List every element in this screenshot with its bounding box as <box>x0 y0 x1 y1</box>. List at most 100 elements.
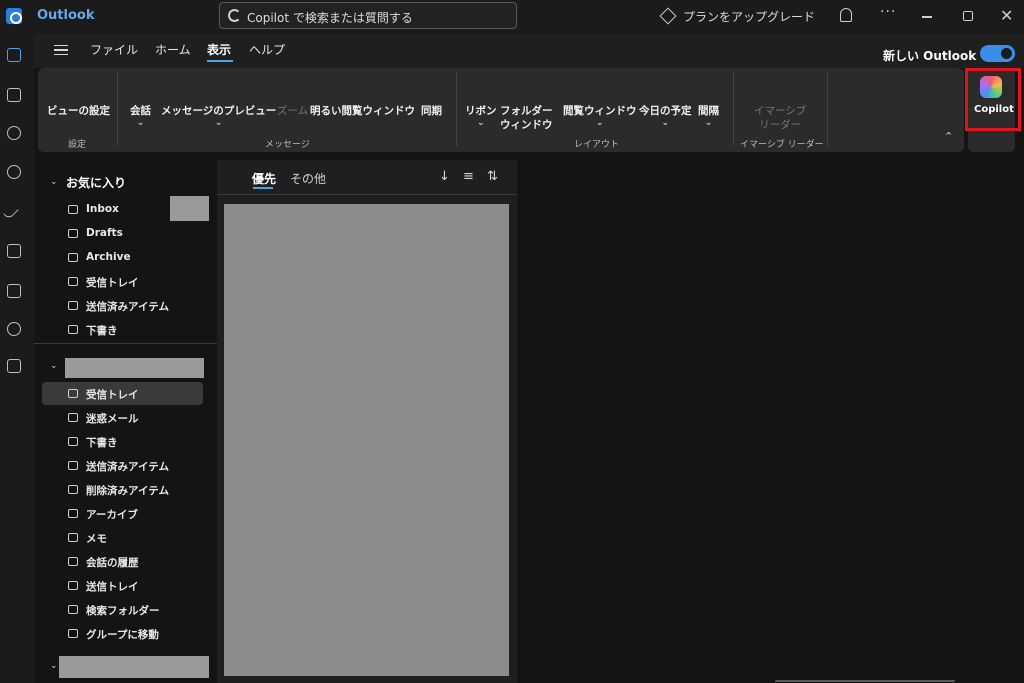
folder-pane-label-2: ウィンドウ <box>500 119 553 131</box>
more-options-icon[interactable]: ··· <box>880 4 896 20</box>
excel-icon[interactable] <box>7 284 21 298</box>
chevron-down-icon: ⌄ <box>595 118 604 128</box>
send-icon <box>68 461 78 470</box>
ribbon-divider <box>827 72 828 146</box>
title-bar: Outlook Copilot で検索または質問する プランをアップグレード ·… <box>0 0 1024 34</box>
folder-icon <box>68 557 78 566</box>
sync-button[interactable]: 同期 <box>421 104 442 118</box>
folder-outbox[interactable]: 送信トレイ <box>86 579 139 594</box>
sort-direction-icon[interactable]: ↓ <box>439 169 450 184</box>
tab-help[interactable]: ヘルプ <box>249 41 285 58</box>
list-divider <box>217 194 517 195</box>
redacted-message-list <box>224 204 509 676</box>
hamburger-menu-icon[interactable] <box>54 45 68 55</box>
ribbon: ビューの設定 設定 会話 ⌄ メッセージのプレビュー ⌄ ズーム 明るい閲覧ウィ… <box>38 68 964 152</box>
favorite-drafts[interactable]: Drafts <box>86 227 123 239</box>
folder-junk[interactable]: 迷惑メール <box>86 411 139 426</box>
folder-drafts[interactable]: 下書き <box>86 435 118 450</box>
folder-search-folders[interactable]: 検索フォルダー <box>86 603 160 618</box>
folder-conversation-history[interactable]: 会話の履歴 <box>86 555 139 570</box>
tab-home[interactable]: ホーム <box>155 41 191 58</box>
note-icon <box>68 533 78 542</box>
reading-pane-label: 閲覧ウィンドウ <box>563 105 637 117</box>
group-label-immersive: イマーシブ リーダー <box>740 140 824 150</box>
calendar-icon[interactable] <box>7 88 21 102</box>
upgrade-plan-button[interactable]: プランをアップグレード <box>683 8 815 25</box>
tab-other[interactable]: その他 <box>290 170 326 187</box>
immersive-label-2: リーダー <box>759 119 802 131</box>
folder-pane: ⌄ お気に入り Inbox Drafts Archive 受信トレイ 送信済みア… <box>34 160 217 683</box>
focused-tab-indicator <box>253 187 273 189</box>
pencil-icon <box>68 325 78 334</box>
filter-icon[interactable]: ≡ <box>463 169 474 184</box>
zoom-button[interactable]: ズーム <box>277 104 308 118</box>
today-schedule-button[interactable]: 今日の予定 ⌄ <box>639 104 692 128</box>
view-settings-button[interactable]: ビューの設定 <box>47 104 110 118</box>
search-placeholder: Copilot で検索または質問する <box>247 11 413 25</box>
message-list: 優先 その他 ↓ ≡ ⇅ <box>217 160 517 683</box>
favorites-header[interactable]: お気に入り <box>66 174 126 191</box>
archive-icon <box>68 253 78 262</box>
diamond-icon[interactable] <box>659 7 677 25</box>
copilot-search-icon <box>228 9 241 22</box>
chevron-down-icon[interactable]: ⌄ <box>50 177 58 187</box>
sort-icon[interactable]: ⇅ <box>487 169 498 184</box>
menu-bar: ファイル ホーム 表示 ヘルプ 新しい Outlook <box>34 34 1024 68</box>
chevron-down-icon[interactable]: ⌄ <box>50 661 58 671</box>
close-window-icon[interactable]: ✕ <box>1000 6 1013 25</box>
inbox-icon <box>68 205 78 214</box>
archive-icon <box>68 509 78 518</box>
chevron-down-icon: ⌄ <box>704 118 713 128</box>
redacted-badge <box>170 196 209 221</box>
group-label-layout: レイアウト <box>574 140 620 150</box>
folder-pane-button[interactable]: フォルダー ウィンドウ <box>500 104 553 132</box>
favorite-drafts-jp[interactable]: 下書き <box>86 323 118 338</box>
search-input[interactable]: Copilot で検索または質問する <box>219 2 517 29</box>
immersive-reader-button[interactable]: イマーシブ リーダー <box>754 104 806 132</box>
go-to-groups[interactable]: グループに移動 <box>86 627 159 642</box>
folder-sent[interactable]: 送信済みアイテム <box>86 459 169 474</box>
favorite-inbox[interactable]: Inbox <box>86 203 119 215</box>
spacing-button[interactable]: 間隔 ⌄ <box>698 104 719 128</box>
new-outlook-toggle[interactable] <box>980 45 1015 62</box>
favorite-sent[interactable]: 送信済みアイテム <box>86 299 169 314</box>
collapse-ribbon-icon[interactable]: ⌃ <box>944 130 953 143</box>
tab-view[interactable]: 表示 <box>207 41 231 58</box>
chevron-down-icon: ⌄ <box>136 118 145 128</box>
conversation-label: 会話 <box>130 105 151 117</box>
favorite-inbox-jp[interactable]: 受信トレイ <box>86 275 139 290</box>
tab-focused[interactable]: 優先 <box>252 170 276 187</box>
onedrive-icon[interactable] <box>7 322 21 336</box>
conversation-button[interactable]: 会話 ⌄ <box>130 104 151 128</box>
today-schedule-label: 今日の予定 <box>639 105 692 117</box>
inbox-icon <box>68 277 78 286</box>
ribbon-layout-button[interactable]: リボン ⌄ <box>465 104 497 128</box>
message-preview-button[interactable]: メッセージのプレビュー ⌄ <box>161 104 276 128</box>
apps-icon[interactable] <box>7 359 21 373</box>
maximize-window-icon[interactable] <box>963 11 973 21</box>
minimize-window-icon[interactable] <box>922 16 932 18</box>
tab-file[interactable]: ファイル <box>90 41 138 58</box>
app-rail <box>0 34 34 683</box>
folder-notes[interactable]: メモ <box>86 531 107 546</box>
folder-inbox[interactable]: 受信トレイ <box>86 387 139 402</box>
outlook-logo-icon <box>6 8 22 24</box>
folder-deleted[interactable]: 削除済みアイテム <box>86 483 169 498</box>
group-icon <box>68 629 78 638</box>
folder-archive[interactable]: アーカイブ <box>86 507 138 522</box>
favorite-archive[interactable]: Archive <box>86 251 131 263</box>
chevron-down-icon[interactable]: ⌄ <box>50 361 58 371</box>
ribbon-divider <box>733 72 734 146</box>
redacted-account-name <box>65 358 204 378</box>
immersive-label-1: イマーシブ <box>754 105 807 117</box>
reading-pane-button[interactable]: 閲覧ウィンドウ ⌄ <box>563 104 637 128</box>
word-icon[interactable] <box>7 244 21 258</box>
folder-divider <box>34 343 217 344</box>
mail-icon[interactable] <box>7 48 21 62</box>
chevron-down-icon: ⌄ <box>214 118 223 128</box>
notification-bell-icon[interactable] <box>840 8 852 22</box>
copilot-rail-icon[interactable] <box>7 126 21 140</box>
bright-reading-pane-button[interactable]: 明るい閲覧ウィンドウ <box>310 104 415 118</box>
todo-icon[interactable] <box>3 204 19 220</box>
people-icon[interactable] <box>7 165 21 179</box>
